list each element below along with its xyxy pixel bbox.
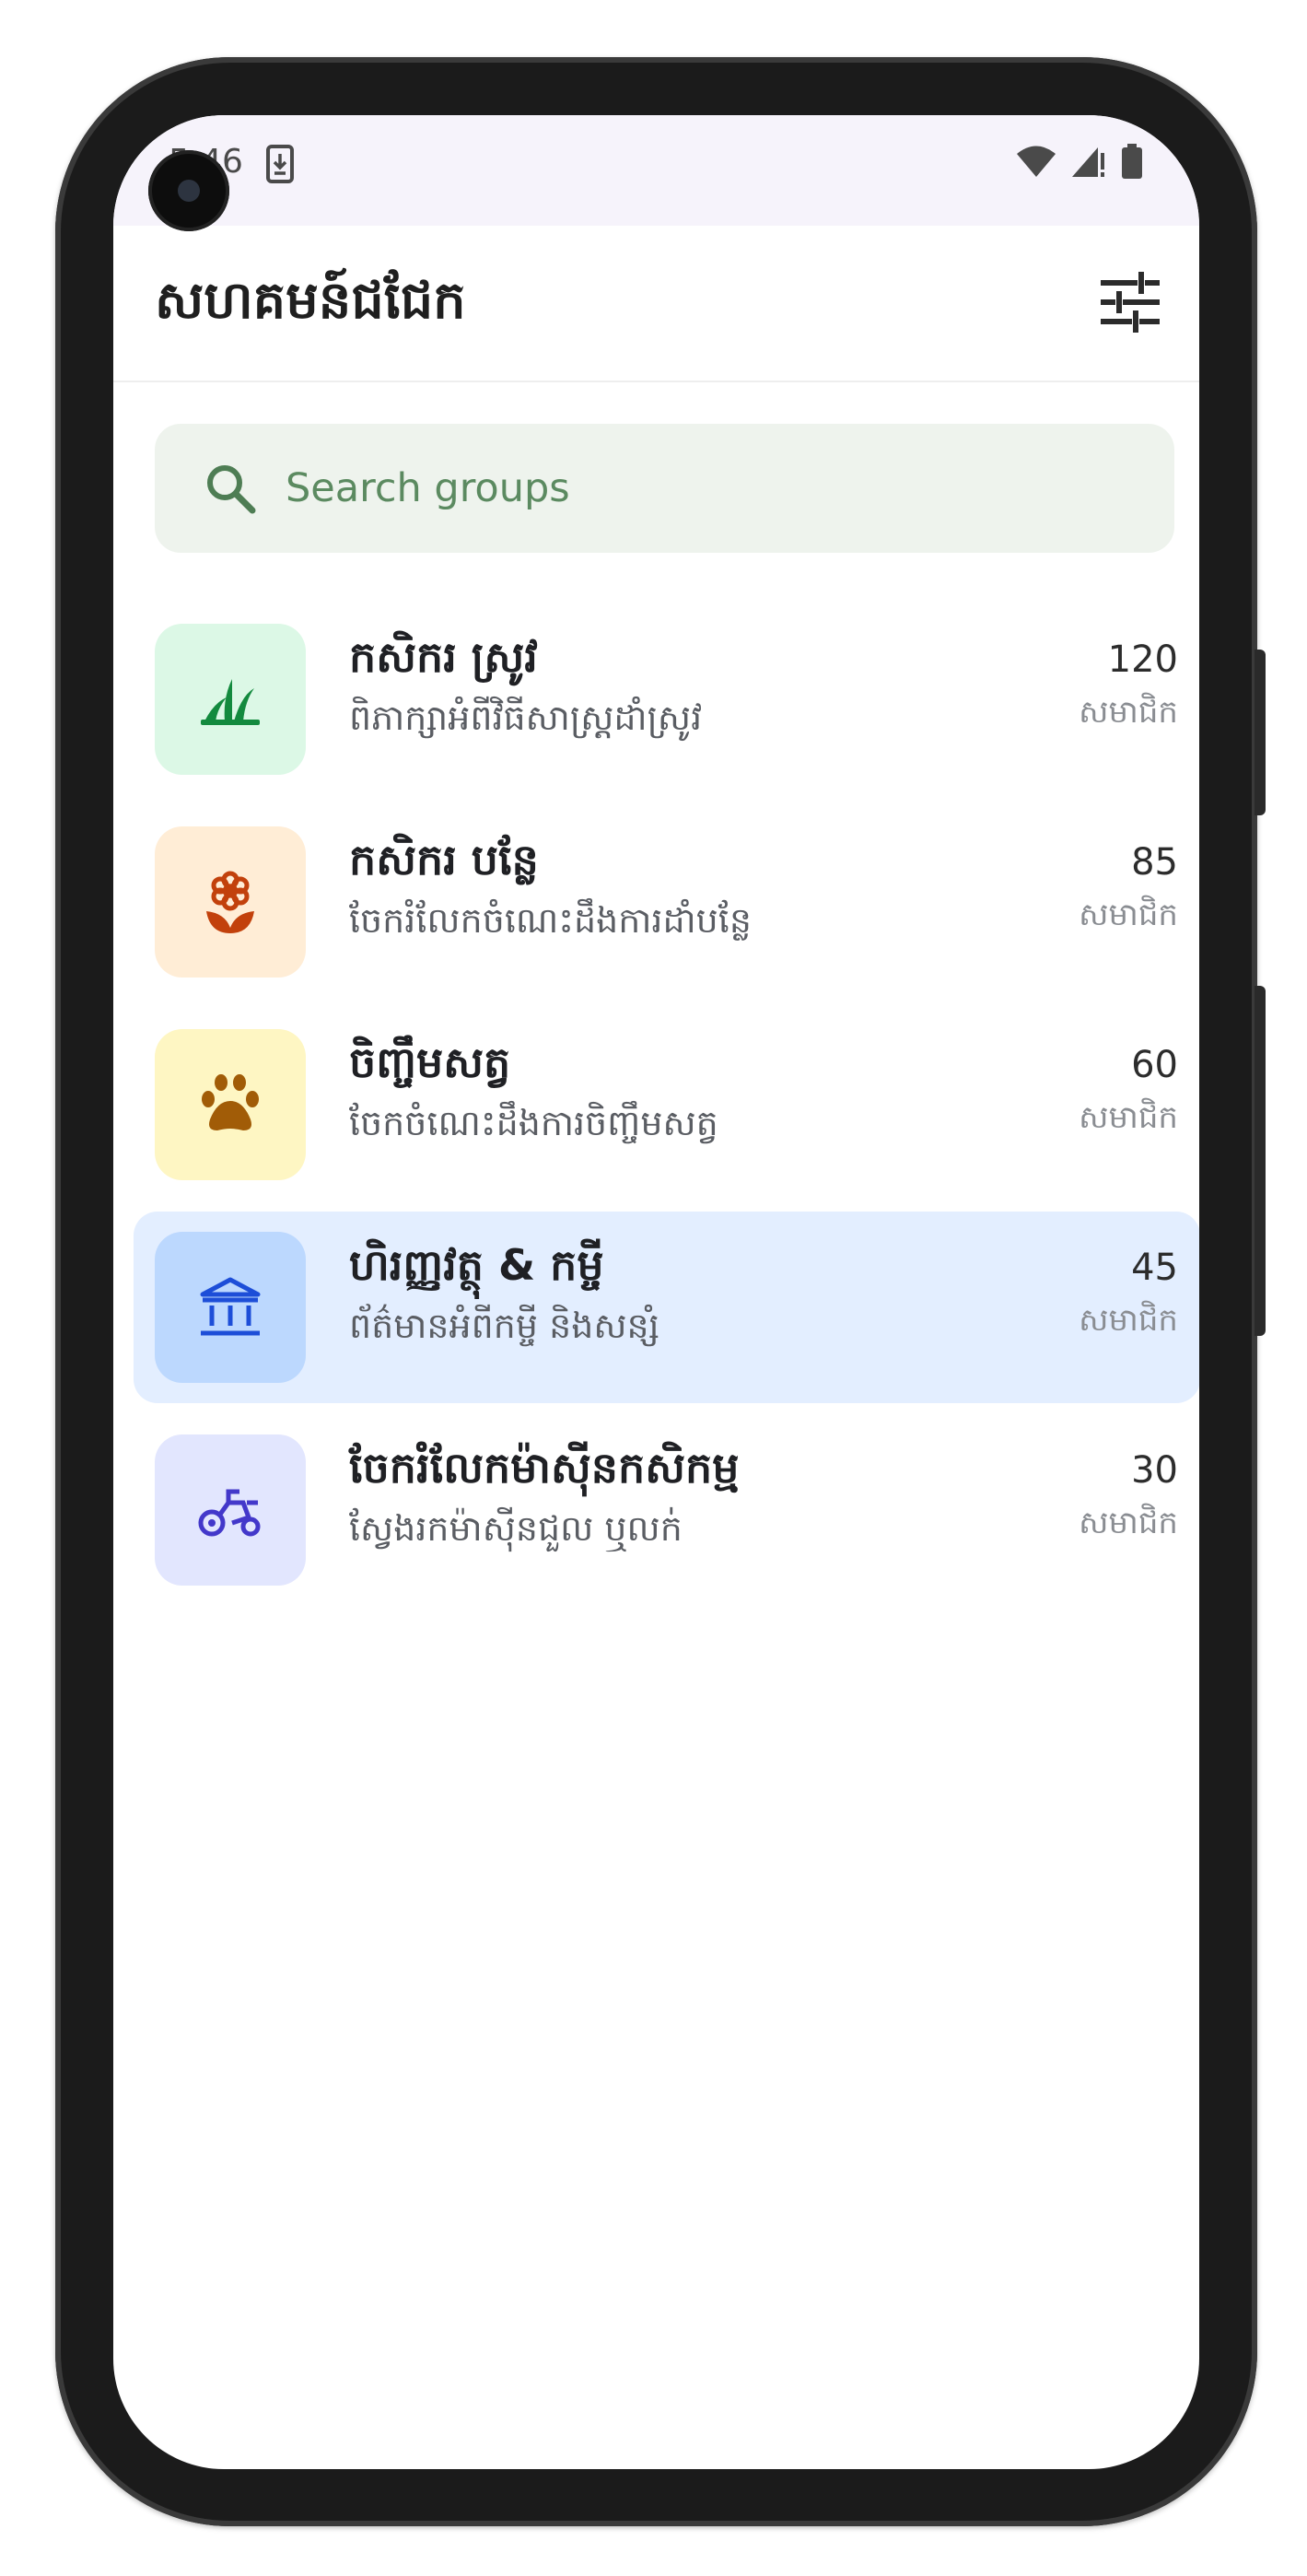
- group-tile: [155, 1232, 306, 1383]
- member-label: សមាជិក: [1079, 694, 1178, 731]
- group-item-finance-loans[interactable]: ហិរញ្ញវត្ថុ & កម្ចី ព័ត៌មានអំពីកម្ចី និង…: [134, 1212, 1199, 1403]
- group-description: ពិភាក្សាអំពីវិធីសាស្រ្តដាំស្រូវ: [349, 697, 703, 738]
- group-tile: [155, 1434, 306, 1586]
- front-camera: [148, 150, 229, 231]
- group-item-animal-raising[interactable]: ចិញ្ចឹមសត្វ ចែកចំណេះដឹងការចិញ្ចឹមសត្វ 60…: [134, 1009, 1199, 1200]
- app-bar: សហគមន៍ជជែក: [113, 226, 1199, 382]
- paw-icon: [202, 1074, 259, 1130]
- group-description: ចែករំលែកចំណេះដឹងការដាំបន្លែ: [349, 900, 752, 941]
- group-description: ចែកចំណេះដឹងការចិញ្ចឹមសត្វ: [349, 1103, 718, 1143]
- status-icons: [1015, 143, 1144, 180]
- member-count: 45: [1131, 1247, 1178, 1289]
- group-description: ស្វែងរកម៉ាស៊ីនជួល ឬលក់: [349, 1508, 683, 1549]
- group-tile: [155, 1029, 306, 1180]
- group-item-vegetable-farmers[interactable]: កសិករ បន្លែ ចែករំលែកចំណេះដឹងការដាំបន្លែ …: [134, 806, 1199, 998]
- flower-icon: [206, 871, 254, 933]
- screen: 5:46 សហគមន៍ជជែក: [113, 115, 1199, 2469]
- group-tile: [155, 624, 306, 775]
- search-bar[interactable]: [155, 424, 1174, 553]
- tractor-icon: [198, 1489, 261, 1537]
- filter-button[interactable]: [1098, 270, 1162, 334]
- page-title: សហគមន៍ជជែក: [155, 271, 466, 331]
- volume-button: [1254, 986, 1266, 1336]
- battery-icon: [1122, 144, 1142, 179]
- member-count: 85: [1131, 841, 1178, 884]
- status-bar: 5:46: [113, 115, 1199, 231]
- group-item-rice-farmers[interactable]: កសិករ ស្រូវ ពិភាក្សាអំពីវិធីសាស្រ្តដាំស្…: [134, 603, 1199, 795]
- group-tile: [155, 826, 306, 978]
- member-count: 120: [1107, 638, 1178, 681]
- group-description: ព័ត៌មានអំពីកម្ចី និងសន្សំ: [349, 1306, 659, 1346]
- member-count: 30: [1131, 1449, 1178, 1492]
- search-input[interactable]: [286, 424, 1114, 553]
- group-name: ចែករំលែកម៉ាស៊ីនកសិកម្ម: [349, 1443, 740, 1493]
- member-label: សមាជិក: [1079, 1302, 1178, 1339]
- group-item-machinery-sharing[interactable]: ចែករំលែកម៉ាស៊ីនកសិកម្ម ស្វែងរកម៉ាស៊ីនជួល…: [134, 1414, 1199, 1606]
- member-count: 60: [1131, 1044, 1178, 1086]
- member-label: សមាជិក: [1079, 1099, 1178, 1136]
- group-name: កសិករ ស្រូវ: [349, 632, 538, 682]
- group-name: កសិករ បន្លែ: [349, 835, 539, 884]
- power-button: [1254, 650, 1266, 815]
- group-name: ហិរញ្ញវត្ថុ & កម្ចី: [349, 1240, 604, 1290]
- wifi-icon: [1017, 146, 1056, 177]
- member-label: សមាជិក: [1079, 1505, 1178, 1541]
- group-name: ចិញ្ចឹមសត្វ: [349, 1037, 511, 1087]
- search-icon: [207, 465, 256, 514]
- bank-icon: [200, 1277, 261, 1336]
- member-label: សមាជិក: [1079, 896, 1178, 933]
- grass-icon: [201, 679, 260, 725]
- download-icon: [266, 145, 294, 183]
- signal-icon: [1072, 147, 1104, 177]
